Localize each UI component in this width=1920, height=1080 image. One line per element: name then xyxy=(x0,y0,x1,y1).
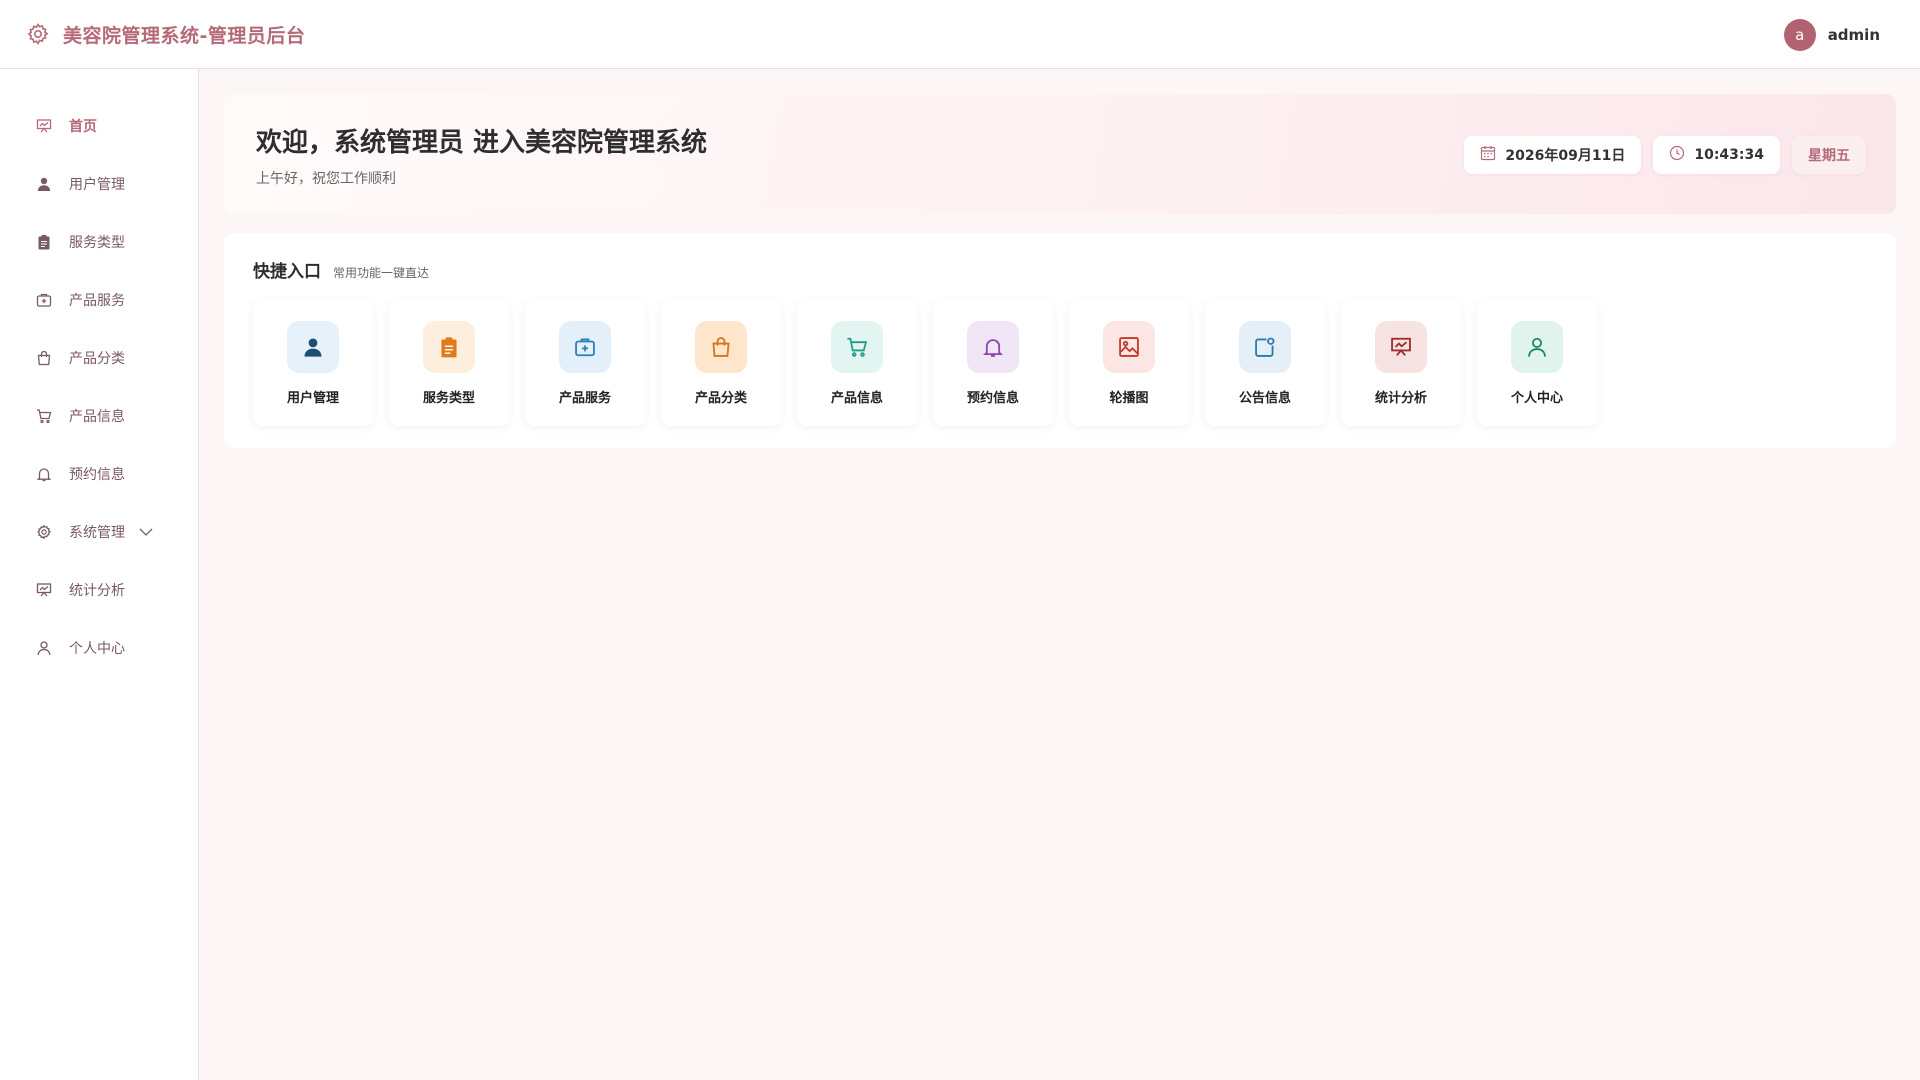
sidebar: 首页 用户管理 服务类型 产品服务 产品分类 产品信息 预约信息 系统管理 统计… xyxy=(0,69,199,1080)
quick-card-product-services[interactable]: 产品服务 xyxy=(525,300,645,426)
sidebar-item-product-info[interactable]: 产品信息 xyxy=(0,387,198,445)
quick-card-label: 个人中心 xyxy=(1510,391,1563,406)
quick-card-service-types[interactable]: 服务类型 xyxy=(389,300,509,426)
quick-card-carousel[interactable]: 轮播图 xyxy=(1069,300,1189,426)
quick-card-label: 预约信息 xyxy=(966,391,1019,406)
quick-card-label: 产品服务 xyxy=(558,391,611,406)
cart-icon xyxy=(35,407,53,425)
quick-card-label: 用户管理 xyxy=(286,391,339,406)
user-icon xyxy=(35,175,53,193)
sidebar-item-users[interactable]: 用户管理 xyxy=(0,155,198,213)
user-icon xyxy=(287,321,339,373)
quick-card-statistics[interactable]: 统计分析 xyxy=(1341,300,1461,426)
quick-entry-cards: 用户管理 服务类型 产品服务 产品分类 产品信息 预约信息 轮播图 公告信息 统… xyxy=(253,300,1597,426)
bell-icon xyxy=(35,465,53,483)
quick-card-appointments[interactable]: 预约信息 xyxy=(933,300,1053,426)
quick-card-product-categories[interactable]: 产品分类 xyxy=(661,300,781,426)
quick-entry-title: 快捷入口 xyxy=(253,262,321,282)
sidebar-item-label: 服务类型 xyxy=(69,235,125,251)
quick-card-label: 公告信息 xyxy=(1238,391,1291,406)
medical-kit-icon xyxy=(35,291,53,309)
top-header: 美容院管理系统-管理员后台 a admin xyxy=(0,0,1920,69)
sidebar-item-system[interactable]: 系统管理 xyxy=(0,503,198,561)
sidebar-item-label: 预约信息 xyxy=(69,467,125,483)
sidebar-item-label: 统计分析 xyxy=(69,583,125,599)
quick-entry-header: 快捷入口 常用功能一键直达 xyxy=(253,257,429,282)
sidebar-item-label: 用户管理 xyxy=(69,177,125,193)
shopping-bag-icon xyxy=(695,321,747,373)
image-icon xyxy=(1103,321,1155,373)
weekday-text: 星期五 xyxy=(1808,148,1850,164)
weekday-chip: 星期五 xyxy=(1792,136,1866,174)
presentation-icon xyxy=(35,581,53,599)
calendar-icon xyxy=(1480,145,1496,165)
date-chip: 2026年09月11日 xyxy=(1464,136,1642,174)
datetime-chips: 2026年09月11日 10:43:34 星期五 xyxy=(1464,136,1866,174)
sidebar-item-home[interactable]: 首页 xyxy=(0,97,198,155)
quick-entry-subtitle: 常用功能一键直达 xyxy=(333,266,430,280)
sidebar-item-label: 首页 xyxy=(69,119,97,135)
quick-card-profile[interactable]: 个人中心 xyxy=(1477,300,1597,426)
sidebar-item-label: 产品信息 xyxy=(69,409,125,425)
gear-icon xyxy=(25,21,51,47)
clipboard-icon xyxy=(35,233,53,251)
clock-icon xyxy=(1669,145,1685,165)
presentation-icon xyxy=(35,117,53,135)
time-text: 10:43:34 xyxy=(1694,147,1764,163)
cart-icon xyxy=(831,321,883,373)
notice-icon xyxy=(1239,321,1291,373)
sidebar-item-profile[interactable]: 个人中心 xyxy=(0,619,198,677)
person-icon xyxy=(35,639,53,657)
gear-icon xyxy=(35,523,53,541)
user-menu[interactable]: a admin xyxy=(1783,19,1880,51)
chevron-down-icon[interactable] xyxy=(139,527,153,537)
welcome-subtitle: 上午好，祝您工作顺利 xyxy=(256,171,396,187)
sidebar-item-label: 产品服务 xyxy=(69,293,125,309)
app-title: 美容院管理系统-管理员后台 xyxy=(63,24,306,47)
brand: 美容院管理系统-管理员后台 xyxy=(25,21,305,48)
sidebar-item-label: 个人中心 xyxy=(69,641,125,657)
quick-card-notices[interactable]: 公告信息 xyxy=(1205,300,1325,426)
quick-card-product-info[interactable]: 产品信息 xyxy=(797,300,917,426)
clipboard-icon xyxy=(423,321,475,373)
quick-card-label: 服务类型 xyxy=(422,391,475,406)
person-icon xyxy=(1511,321,1563,373)
medical-kit-icon xyxy=(559,321,611,373)
welcome-title: 欢迎，系统管理员 进入美容院管理系统 xyxy=(256,128,708,158)
shopping-bag-icon xyxy=(35,349,53,367)
sidebar-item-label: 系统管理 xyxy=(69,525,125,541)
quick-card-label: 统计分析 xyxy=(1374,391,1427,406)
sidebar-item-product-categories[interactable]: 产品分类 xyxy=(0,329,198,387)
sidebar-item-appointments[interactable]: 预约信息 xyxy=(0,445,198,503)
quick-card-label: 产品分类 xyxy=(694,391,747,406)
time-chip: 10:43:34 xyxy=(1653,136,1780,174)
bell-icon xyxy=(967,321,1019,373)
sidebar-item-label: 产品分类 xyxy=(69,351,125,367)
sidebar-item-statistics[interactable]: 统计分析 xyxy=(0,561,198,619)
date-text: 2026年09月11日 xyxy=(1505,148,1626,164)
quick-card-label: 产品信息 xyxy=(830,391,883,406)
avatar[interactable]: a xyxy=(1783,19,1816,51)
sidebar-item-product-services[interactable]: 产品服务 xyxy=(0,271,198,329)
welcome-banner: 欢迎，系统管理员 进入美容院管理系统 上午好，祝您工作顺利 2026年09月11… xyxy=(224,94,1896,214)
quick-card-users[interactable]: 用户管理 xyxy=(253,300,373,426)
sidebar-item-service-types[interactable]: 服务类型 xyxy=(0,213,198,271)
user-name[interactable]: admin xyxy=(1828,26,1880,44)
presentation-icon xyxy=(1375,321,1427,373)
quick-card-label: 轮播图 xyxy=(1109,391,1149,406)
quick-entry-panel: 快捷入口 常用功能一键直达 用户管理 服务类型 产品服务 产品分类 产品信息 预… xyxy=(224,233,1896,448)
